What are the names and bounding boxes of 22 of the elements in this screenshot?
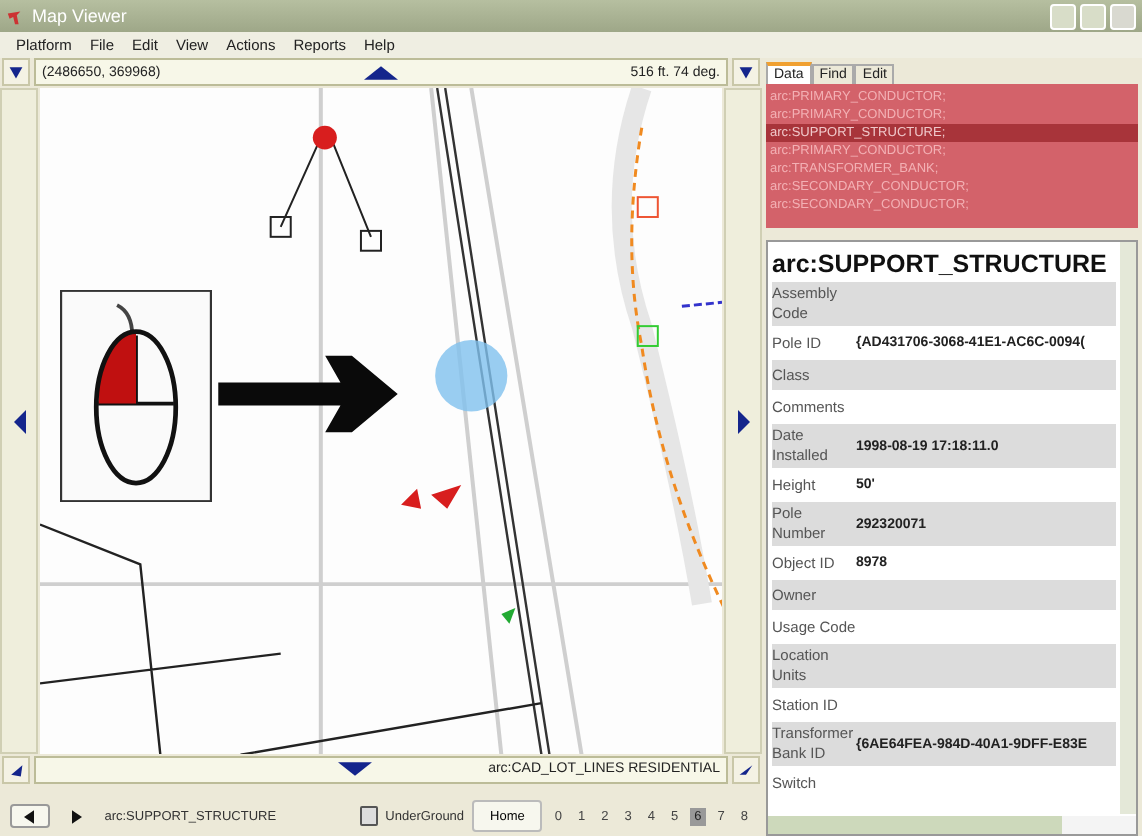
forward-icon <box>71 809 82 824</box>
caret-icon <box>8 64 24 81</box>
pan-button[interactable] <box>2 58 30 87</box>
pan-button[interactable] <box>732 58 760 87</box>
app-logo-icon <box>6 7 24 25</box>
vertical-scrollbar[interactable] <box>1120 242 1136 814</box>
window-title: Map Viewer <box>32 6 127 26</box>
caret-icon <box>8 761 24 778</box>
back-icon <box>24 809 35 824</box>
underground-checkbox[interactable] <box>360 806 378 827</box>
pan-left-icon[interactable] <box>13 409 25 434</box>
horizontal-scrollbar[interactable] <box>768 816 1136 834</box>
feature-heading: arc:SUPPORT_STRUCTURE <box>770 248 1109 282</box>
back-button[interactable] <box>10 804 50 829</box>
caret-icon <box>738 761 754 778</box>
arrow-icon <box>216 351 400 436</box>
pan-up-icon[interactable] <box>364 65 398 80</box>
pan-right-icon[interactable] <box>737 409 749 434</box>
pan-button[interactable] <box>732 755 760 784</box>
pan-down-icon[interactable] <box>338 762 373 777</box>
pan-button[interactable] <box>2 755 30 784</box>
caret-icon <box>738 64 754 81</box>
